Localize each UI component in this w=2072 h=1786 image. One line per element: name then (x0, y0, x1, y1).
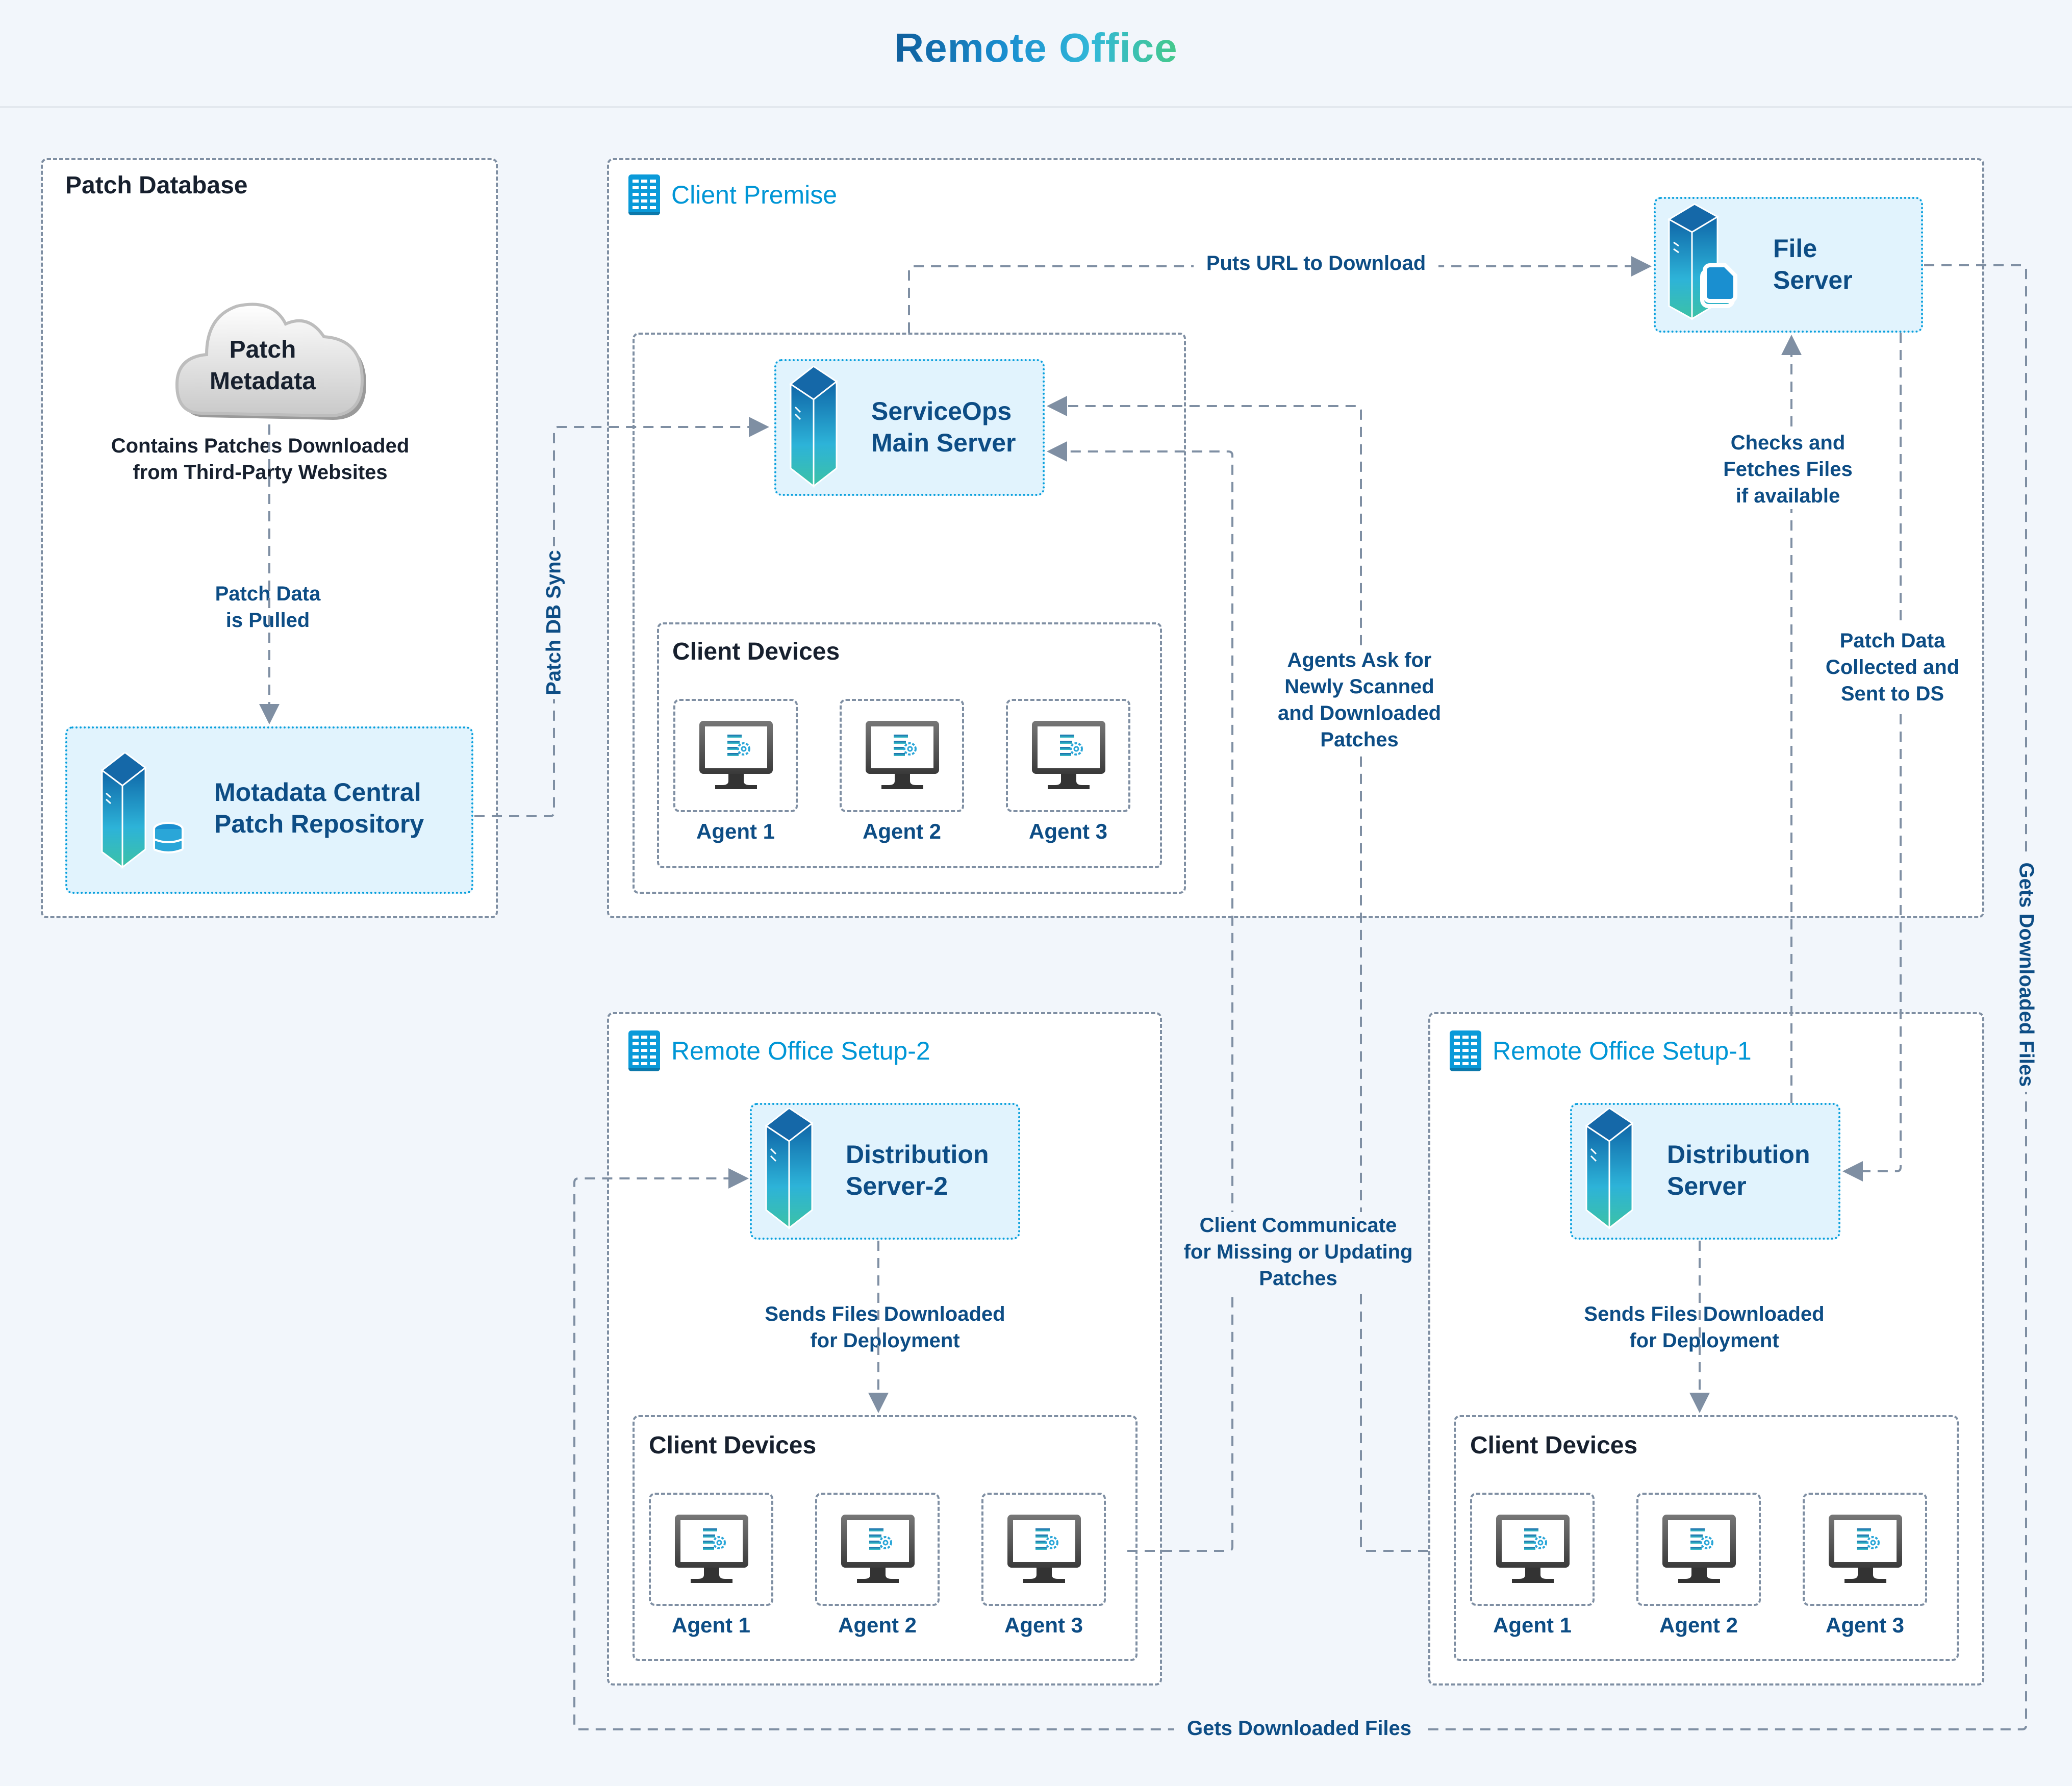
patch-db-sync-label: Patch DB Sync (542, 546, 566, 699)
distribution-server-2-label: Distribution Server-2 (846, 1140, 989, 1200)
patch-data-collected-label: Patch Data Collected and Sent to DS (1811, 627, 1974, 707)
agents-ask-label: Agents Ask for Newly Scanned and Downloa… (1265, 647, 1454, 753)
server-database-icon (100, 752, 184, 869)
monitor-agent-icon (1030, 719, 1107, 793)
agent-device[interactable] (1470, 1493, 1595, 1606)
repository-label: Motadata Central Patch Repository (214, 778, 424, 838)
monitor-agent-icon (864, 719, 941, 793)
server-icon (765, 1108, 814, 1230)
monitor-agent-icon (698, 719, 774, 793)
agent-label: Agent 2 (862, 819, 941, 843)
agent-label: Agent 2 (1659, 1613, 1738, 1637)
remote-office-1-title: Remote Office Setup-1 (1450, 1030, 1752, 1071)
agent-label: Agent 1 (696, 819, 775, 843)
monitor-agent-icon (1495, 1513, 1571, 1587)
agent-device[interactable] (673, 699, 798, 812)
gets-downloaded-bottom-label: Gets Downloaded Files (1174, 1715, 1424, 1742)
agent-label: Agent 1 (671, 1613, 750, 1637)
client-premise-title: Client Premise (628, 174, 837, 215)
agent-label: Agent 3 (1825, 1613, 1904, 1637)
patch-data-pulled-label: Patch Data is Pulled (194, 581, 342, 634)
agent-label: Agent 1 (1493, 1613, 1572, 1637)
client-devices-title: Client Devices (672, 638, 840, 665)
checks-fetches-label: Checks and Fetches Files if available (1704, 430, 1872, 509)
monitor-agent-icon (1661, 1513, 1737, 1587)
agent-label: Agent 3 (1028, 819, 1107, 843)
cloud-caption: Contains Patches Downloaded from Third-P… (92, 433, 428, 486)
monitor-agent-icon (1827, 1513, 1904, 1587)
main-server-label: ServiceOps Main Server (871, 397, 1016, 457)
page-title: Remote Office (894, 25, 1178, 70)
monitor-agent-icon (1006, 1513, 1082, 1587)
monitor-agent-icon (840, 1513, 916, 1587)
agent-device[interactable] (815, 1493, 940, 1606)
agent-label: Agent 3 (1004, 1613, 1083, 1637)
building-icon (628, 174, 660, 215)
patch-database-title: Patch Database (65, 172, 248, 199)
header: Remote Office (0, 0, 2072, 108)
server-icon (1585, 1108, 1634, 1230)
monitor-agent-icon (673, 1513, 750, 1587)
agent-device[interactable] (981, 1493, 1106, 1606)
building-icon (1450, 1030, 1481, 1071)
building-icon (628, 1030, 660, 1071)
client-communicate-label: Client Communicate for Missing or Updati… (1173, 1212, 1423, 1292)
agent-device[interactable] (1006, 699, 1130, 812)
file-server-icon (1667, 203, 1737, 320)
sends-files-label-1: Sends Files Downloaded for Deployment (1554, 1301, 1855, 1354)
remote-office-2-title: Remote Office Setup-2 (628, 1030, 930, 1071)
agent-device[interactable] (1803, 1493, 1927, 1606)
client-devices-title: Client Devices (1470, 1432, 1638, 1459)
agent-label: Agent 2 (838, 1613, 917, 1637)
puts-url-label: Puts URL to Download (1194, 250, 1438, 276)
sends-files-label-2: Sends Files Downloaded for Deployment (735, 1301, 1035, 1354)
agent-device[interactable] (649, 1493, 773, 1606)
agent-device[interactable] (840, 699, 964, 812)
gets-downloaded-right-label: Gets Downloaded Files (2014, 857, 2038, 1092)
agent-device[interactable] (1636, 1493, 1761, 1606)
client-devices-title: Client Devices (649, 1432, 817, 1459)
server-icon (789, 366, 838, 488)
file-server-label: File Server (1773, 234, 1853, 294)
cloud-label: Patch Metadata (209, 336, 316, 395)
distribution-server-label: Distribution Server (1667, 1140, 1810, 1200)
